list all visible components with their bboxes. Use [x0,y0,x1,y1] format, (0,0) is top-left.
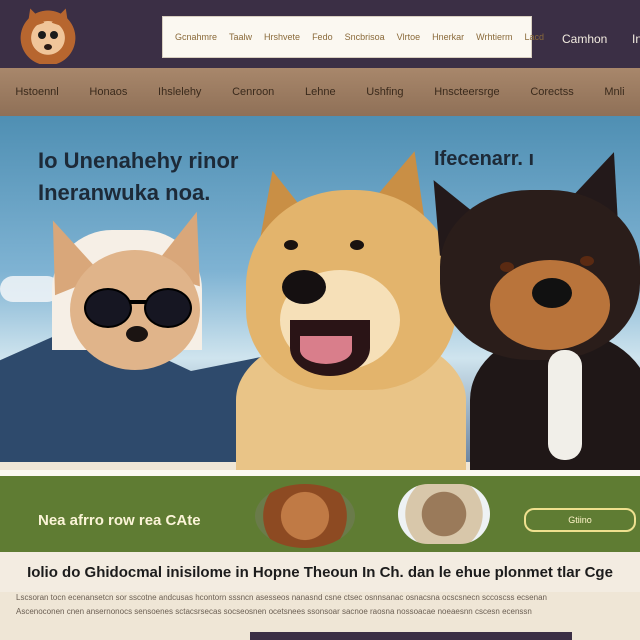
chihuahua-nose [126,326,148,342]
search-link-3[interactable]: Hrshvete [264,32,300,42]
promo-strip: Nea afrro row rea CAte Gtiino [0,470,640,556]
logo-ear-left [21,5,45,29]
nav-item-9[interactable]: Mnli [604,86,624,98]
hero-headline-1: Io Unenahehy rinor [38,148,239,173]
kitten-thumbnail[interactable] [398,484,490,544]
promo-button[interactable]: Gtiino [524,508,636,532]
nav-item-4[interactable]: Cenroon [232,86,274,98]
search-link-5[interactable]: Sncbrisoa [345,32,385,42]
pet-logo[interactable] [18,5,78,64]
shiba-nose [282,270,326,304]
promo-text: Nea afrro row rea CAte [38,512,201,529]
top-header: Gcnahmre Taalw Hrshvete Fedo Sncbrisoa V… [0,0,640,68]
search-link-1[interactable]: Gcnahmre [175,32,217,42]
search-link-7[interactable]: Hnerkar [432,32,464,42]
search-link-2[interactable]: Taalw [229,32,252,42]
shepherd-chest [548,350,582,460]
puppy-thumbnail[interactable] [255,484,355,548]
tagline: Iolio do Ghidocmal inisilome in Hopne Th… [0,552,640,592]
search-link-4[interactable]: Fedo [312,32,333,42]
nav-item-1[interactable]: Hstoennl [15,86,58,98]
nav-item-5[interactable]: Lehne [305,86,336,98]
shiba-tongue [300,336,352,364]
logo-eye-right [50,31,58,39]
shiba-eye-left [284,240,298,250]
nav-item-8[interactable]: Corectss [530,86,573,98]
fine-print-line-1: Lscsoran tocn ecenansetcn sor sscotne an… [16,593,547,602]
header-link-account[interactable]: Camhon [562,32,607,46]
main-nav: Hstoennl Honaos Ihslelehy Cenroon Lehne … [0,68,640,116]
search-link-9[interactable]: Lacd [524,32,544,42]
hero-headline-right: Ifecenarr. ı [434,148,535,170]
logo-eye-left [38,31,46,39]
search-bar[interactable]: Gcnahmre Taalw Hrshvete Fedo Sncbrisoa V… [162,16,544,58]
shepherd-nose [532,278,572,308]
shepherd-eye-right [580,256,594,266]
fine-print-line-2: Ascenoconen cnen ansernonocs sensoenes s… [16,607,532,616]
shepherd-eye-left [500,262,514,272]
nav-item-6[interactable]: Ushfing [366,86,403,98]
nav-item-2[interactable]: Honaos [89,86,127,98]
footer-bar [250,632,572,640]
nav-item-7[interactable]: Hnscteersrge [434,86,499,98]
nav-item-3[interactable]: Ihslelehy [158,86,201,98]
hero-headline-2: Ineranwuka noa. [38,180,211,205]
search-link-6[interactable]: Vlrtoe [397,32,421,42]
sunglasses-icon [78,288,198,328]
search-link-8[interactable]: Wrhtierm [476,32,512,42]
logo-nose [44,44,52,50]
header-link-extra[interactable]: In [632,32,640,46]
logo-ear-right [51,5,75,29]
shiba-eye-right [350,240,364,250]
